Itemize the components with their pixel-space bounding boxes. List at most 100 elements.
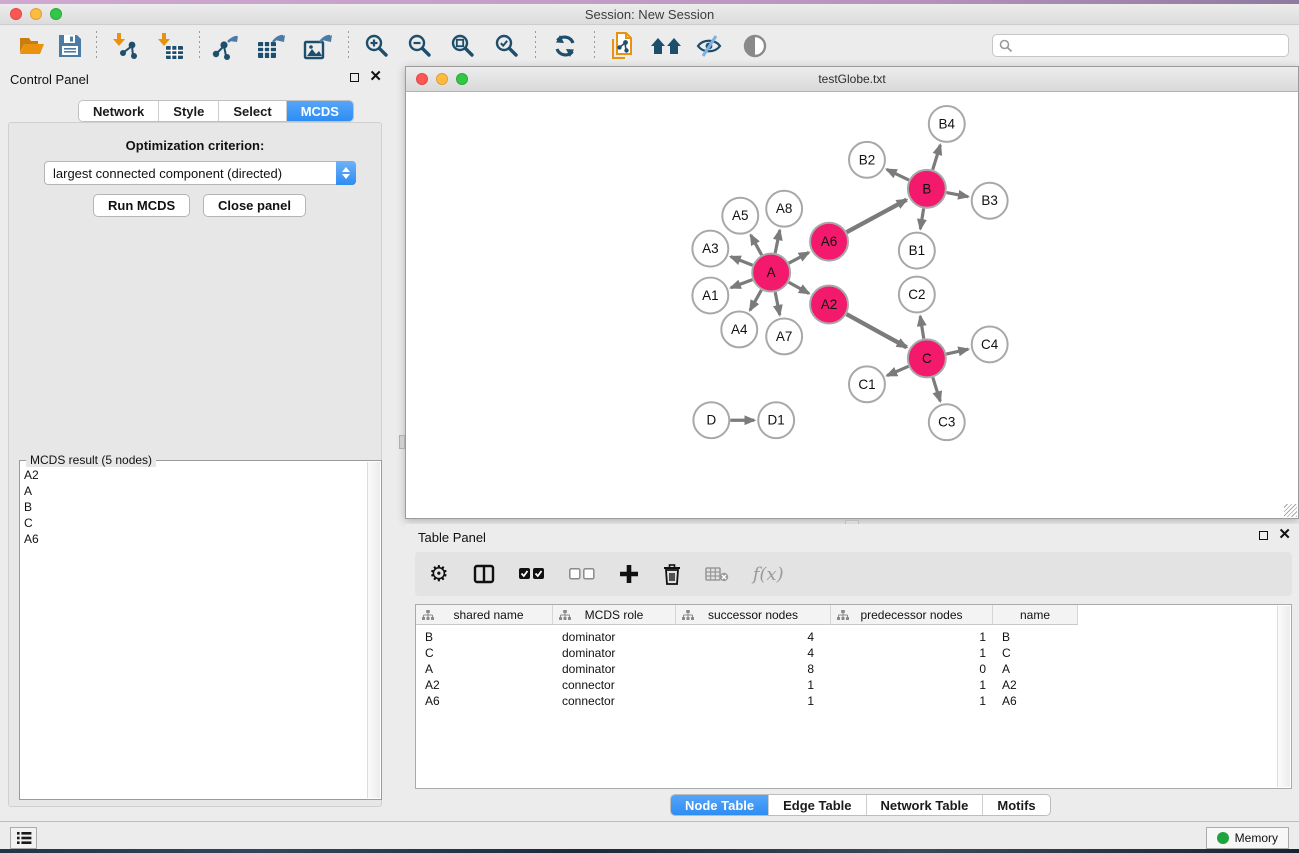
graph-edge-C-C4[interactable] xyxy=(946,349,968,354)
cell-name[interactable]: A xyxy=(993,662,1078,678)
graph-edge-C-C3[interactable] xyxy=(933,377,940,401)
close-panel-button[interactable]: Close panel xyxy=(203,194,306,217)
graph-edge-A6-B[interactable] xyxy=(847,200,907,232)
mcds-result-item[interactable]: C xyxy=(24,515,365,531)
cell-successor-nodes[interactable]: 1 xyxy=(676,694,831,710)
first-neighbors-icon[interactable] xyxy=(645,30,687,62)
graph-edge-A-A5[interactable] xyxy=(751,235,762,255)
cell-shared-name[interactable]: A6 xyxy=(416,694,553,710)
export-image-icon[interactable] xyxy=(294,30,342,62)
cell-shared-name[interactable]: A xyxy=(416,662,553,678)
mcds-result-item[interactable]: B xyxy=(24,499,365,515)
export-table-icon[interactable] xyxy=(248,30,294,62)
import-table-icon[interactable] xyxy=(147,30,193,62)
cell-mcds-role[interactable]: connector xyxy=(553,678,676,694)
table-row[interactable]: A6 connector 1 1 A6 xyxy=(416,694,1291,710)
table-row[interactable]: A2 connector 1 1 A2 xyxy=(416,678,1291,694)
graph-edge-B-B4[interactable] xyxy=(933,145,941,170)
zoom-out-icon[interactable] xyxy=(398,30,441,62)
cell-shared-name[interactable]: A2 xyxy=(416,678,553,694)
graph-edge-A-A6[interactable] xyxy=(789,252,809,263)
task-history-button[interactable] xyxy=(10,827,37,849)
memory-status-button[interactable]: Memory xyxy=(1206,827,1289,849)
tab-node-table[interactable]: Node Table xyxy=(671,795,769,815)
graph-edge-C-C2[interactable] xyxy=(920,316,924,338)
optimization-criterion-dropdown[interactable]: largest connected component (directed) xyxy=(44,161,356,185)
graph-edge-A-A8[interactable] xyxy=(775,230,780,253)
refresh-layout-icon[interactable] xyxy=(542,30,588,62)
cell-name[interactable]: A2 xyxy=(993,678,1078,694)
table-row[interactable]: C dominator 4 1 C xyxy=(416,646,1291,662)
cell-mcds-role[interactable]: dominator xyxy=(553,646,676,662)
cell-predecessor-nodes[interactable]: 0 xyxy=(831,662,993,678)
float-panel-icon[interactable] xyxy=(1259,531,1268,540)
graph-edge-A2-C[interactable] xyxy=(847,314,907,347)
graph-edge-B-B3[interactable] xyxy=(946,193,968,197)
zoom-selected-icon[interactable] xyxy=(485,30,529,62)
zoom-in-icon[interactable] xyxy=(355,30,398,62)
table-row[interactable]: B dominator 4 1 B xyxy=(416,630,1291,646)
tab-network-table[interactable]: Network Table xyxy=(867,795,984,815)
close-panel-icon[interactable]: ✕ xyxy=(369,72,382,82)
column-header-successor-nodes[interactable]: successor nodes xyxy=(676,605,831,625)
cell-name[interactable]: B xyxy=(993,630,1078,646)
run-mcds-button[interactable]: Run MCDS xyxy=(93,194,190,217)
tab-select[interactable]: Select xyxy=(219,101,286,121)
column-header-name[interactable]: name xyxy=(993,605,1078,625)
hide-selected-icon[interactable] xyxy=(687,30,731,62)
cell-mcds-role[interactable]: dominator xyxy=(553,630,676,646)
cell-name[interactable]: A6 xyxy=(993,694,1078,710)
clone-network-icon[interactable] xyxy=(601,30,645,62)
close-panel-icon[interactable]: ✕ xyxy=(1278,530,1291,540)
import-network-icon[interactable] xyxy=(103,30,147,62)
node-table[interactable]: shared name MCDS role successor nodes pr… xyxy=(415,604,1292,789)
cell-name[interactable]: C xyxy=(993,646,1078,662)
graph-edge-A-A4[interactable] xyxy=(750,290,761,310)
mcds-result-scrollbar[interactable] xyxy=(367,462,380,798)
tab-motifs[interactable]: Motifs xyxy=(983,795,1049,815)
tab-style[interactable]: Style xyxy=(159,101,219,121)
mcds-result-item[interactable]: A xyxy=(24,483,365,499)
mcds-result-item[interactable]: A2 xyxy=(24,467,365,483)
deselect-all-icon[interactable] xyxy=(569,568,595,580)
table-row[interactable]: A dominator 8 0 A xyxy=(416,662,1291,678)
open-file-icon[interactable] xyxy=(14,30,50,62)
cell-mcds-role[interactable]: dominator xyxy=(553,662,676,678)
cell-predecessor-nodes[interactable]: 1 xyxy=(831,694,993,710)
search-input[interactable] xyxy=(1013,39,1288,53)
cell-successor-nodes[interactable]: 4 xyxy=(676,646,831,662)
cell-mcds-role[interactable]: connector xyxy=(553,694,676,710)
export-network-icon[interactable] xyxy=(206,30,248,62)
cell-successor-nodes[interactable]: 1 xyxy=(676,678,831,694)
mcds-result-list[interactable]: A2ABCA6 xyxy=(24,467,365,795)
search-field[interactable] xyxy=(992,34,1289,57)
select-all-icon[interactable] xyxy=(519,568,545,580)
cell-shared-name[interactable]: B xyxy=(416,630,553,646)
network-canvas[interactable]: B4B2BB3A8A5A6A3B1AC2A1A2A4A7C4CC1C3DD1 xyxy=(406,92,1298,518)
show-columns-icon[interactable] xyxy=(473,564,495,584)
cell-successor-nodes[interactable]: 8 xyxy=(676,662,831,678)
table-scrollbar[interactable] xyxy=(1277,606,1290,787)
mcds-result-item[interactable]: A6 xyxy=(24,531,365,547)
network-graph[interactable]: B4B2BB3A8A5A6A3B1AC2A1A2A4A7C4CC1C3DD1 xyxy=(406,92,1298,518)
resize-grip[interactable] xyxy=(1284,504,1297,517)
cell-predecessor-nodes[interactable]: 1 xyxy=(831,646,993,662)
graph-edge-A-A2[interactable] xyxy=(789,282,809,293)
cell-predecessor-nodes[interactable]: 1 xyxy=(831,678,993,694)
column-header-predecessor-nodes[interactable]: predecessor nodes xyxy=(831,605,993,625)
graph-edge-A-A3[interactable] xyxy=(731,257,753,266)
graph-edge-A-A1[interactable] xyxy=(731,280,753,288)
graph-edge-B-B1[interactable] xyxy=(920,208,923,228)
zoom-fit-icon[interactable] xyxy=(441,30,485,62)
column-header-mcds-role[interactable]: MCDS role xyxy=(553,605,676,625)
add-row-icon[interactable] xyxy=(619,564,639,584)
settings-gear-icon[interactable]: ⚙ xyxy=(429,563,449,585)
graph-edge-C-C1[interactable] xyxy=(887,366,908,375)
graph-edge-B-B2[interactable] xyxy=(887,169,909,180)
tab-edge-table[interactable]: Edge Table xyxy=(769,795,866,815)
graph-edge-A-A7[interactable] xyxy=(775,292,780,315)
cell-successor-nodes[interactable]: 4 xyxy=(676,630,831,646)
tab-mcds[interactable]: MCDS xyxy=(287,101,353,121)
cell-predecessor-nodes[interactable]: 1 xyxy=(831,630,993,646)
delete-row-icon[interactable] xyxy=(663,564,681,585)
